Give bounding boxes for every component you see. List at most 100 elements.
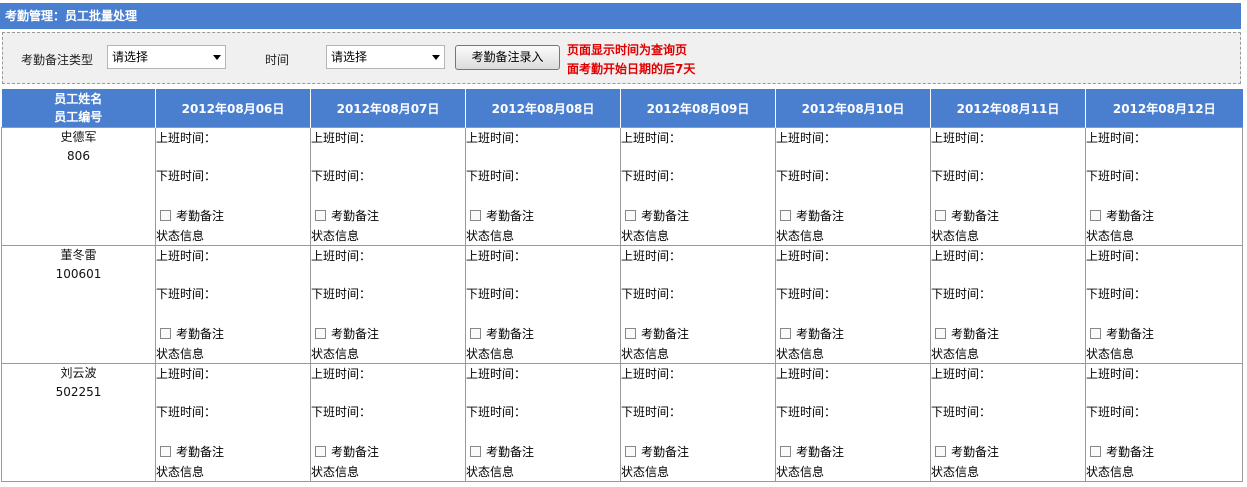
attendance-memo-checkbox[interactable]	[315, 210, 326, 221]
attendance-memo-checkbox[interactable]	[1090, 210, 1101, 221]
attendance-memo-option[interactable]: 考勤备注	[470, 325, 534, 342]
attendance-memo-option[interactable]: 考勤备注	[160, 443, 224, 460]
employee-name-header: 员工姓名	[54, 92, 103, 106]
day-cell: 上班时间： 下班时间： 考勤备注 状态信息	[465, 127, 621, 246]
attendance-memo-option[interactable]: 考勤备注	[470, 207, 534, 224]
attendance-memo-submit-button[interactable]: 考勤备注录入	[455, 45, 560, 70]
attendance-memo-label: 考勤备注	[951, 327, 1000, 341]
on-duty-time-label: 上班时间：	[156, 249, 217, 263]
attendance-memo-option[interactable]: 考勤备注	[625, 207, 689, 224]
status-info-label: 状态信息	[621, 465, 670, 479]
attendance-memo-checkbox[interactable]	[935, 446, 946, 457]
attendance-memo-label: 考勤备注	[1106, 209, 1155, 223]
attendance-memo-checkbox[interactable]	[160, 446, 171, 457]
attendance-memo-checkbox[interactable]	[470, 210, 481, 221]
attendance-type-label: 考勤备注类型	[21, 53, 94, 67]
attendance-memo-checkbox[interactable]	[935, 210, 946, 221]
attendance-memo-checkbox[interactable]	[1090, 446, 1101, 457]
on-duty-time-label: 上班时间：	[156, 367, 217, 381]
time-label: 时间	[265, 53, 290, 67]
day-cell: 上班时间： 下班时间： 考勤备注状态信息	[310, 127, 466, 246]
day-cell: 上班时间： 下班时间： 考勤备注状态信息	[1085, 245, 1243, 364]
off-duty-time-label: 下班时间：	[156, 405, 217, 419]
off-duty-time-label: 下班时间：	[621, 169, 682, 183]
attendance-memo-option[interactable]: 考勤备注	[315, 207, 379, 224]
status-info-label: 状态信息	[466, 465, 515, 479]
on-duty-time-label: 上班时间：	[1086, 367, 1147, 381]
attendance-memo-option[interactable]: 考勤备注	[625, 443, 689, 460]
attendance-memo-option[interactable]: 考勤备注	[1090, 443, 1154, 460]
attendance-memo-checkbox[interactable]	[625, 328, 636, 339]
off-duty-time-label: 下班时间：	[311, 169, 372, 183]
status-info-label: 状态信息	[621, 229, 670, 243]
day-cell: 上班时间： 下班时间： 考勤备注 状态信息	[620, 127, 776, 246]
on-duty-time-label: 上班时间：	[466, 367, 527, 381]
status-info-label: 状态信息	[311, 229, 360, 243]
date-column-header: 2012年08月07日	[310, 89, 466, 128]
attendance-memo-checkbox[interactable]	[315, 328, 326, 339]
attendance-memo-checkbox[interactable]	[780, 210, 791, 221]
attendance-memo-option[interactable]: 考勤备注	[470, 443, 534, 460]
attendance-memo-checkbox[interactable]	[780, 328, 791, 339]
off-duty-time-label: 下班时间：	[156, 169, 217, 183]
chevron-down-icon	[432, 55, 440, 60]
attendance-memo-checkbox[interactable]	[315, 446, 326, 457]
attendance-memo-label: 考勤备注	[486, 445, 535, 459]
employee-column-header: 员工姓名 员工编号	[1, 89, 156, 128]
attendance-memo-label: 考勤备注	[641, 327, 690, 341]
on-duty-time-label: 上班时间：	[1086, 131, 1147, 145]
attendance-memo-option[interactable]: 考勤备注	[1090, 207, 1154, 224]
on-duty-time-label: 上班时间：	[311, 131, 372, 145]
time-select[interactable]: 请选择	[326, 45, 445, 69]
attendance-memo-label: 考勤备注	[1106, 327, 1155, 341]
attendance-memo-label: 考勤备注	[951, 445, 1000, 459]
table-header-row: 员工姓名 员工编号 2012年08月06日 2012年08月07日 2012年0…	[1, 89, 1243, 128]
on-duty-time-label: 上班时间：	[156, 131, 217, 145]
off-duty-time-label: 下班时间：	[776, 287, 837, 301]
attendance-memo-option[interactable]: 考勤备注	[935, 207, 999, 224]
employee-cell: 史德军 806	[1, 127, 156, 246]
attendance-memo-option[interactable]: 考勤备注	[780, 443, 844, 460]
attendance-type-select[interactable]: 请选择	[107, 45, 226, 69]
day-cell: 上班时间： 下班时间： 考勤备注 状态信息	[775, 363, 931, 482]
attendance-memo-checkbox[interactable]	[625, 446, 636, 457]
on-duty-time-label: 上班时间：	[466, 249, 527, 263]
off-duty-time-label: 下班时间：	[1086, 287, 1147, 301]
info-note-line1: 页面显示时间为查询页	[567, 43, 688, 57]
attendance-memo-option[interactable]: 考勤备注	[935, 325, 999, 342]
on-duty-time-label: 上班时间：	[776, 131, 837, 145]
attendance-memo-option[interactable]: 考勤备注	[1090, 325, 1154, 342]
status-info-label: 状态信息	[311, 465, 360, 479]
attendance-memo-checkbox[interactable]	[935, 328, 946, 339]
attendance-memo-option[interactable]: 考勤备注	[780, 207, 844, 224]
attendance-table: 员工姓名 员工编号 2012年08月06日 2012年08月07日 2012年0…	[1, 89, 1243, 482]
day-cell: 上班时间： 下班时间： 考勤备注 状态信息	[775, 127, 931, 246]
attendance-memo-option[interactable]: 考勤备注	[160, 207, 224, 224]
chevron-down-icon	[213, 55, 221, 60]
attendance-memo-checkbox[interactable]	[780, 446, 791, 457]
on-duty-time-label: 上班时间：	[1086, 249, 1147, 263]
on-duty-time-label: 上班时间：	[776, 249, 837, 263]
on-duty-time-label: 上班时间：	[311, 249, 372, 263]
date-column-header: 2012年08月09日	[620, 89, 776, 128]
attendance-memo-option[interactable]: 考勤备注	[625, 325, 689, 342]
attendance-memo-option[interactable]: 考勤备注	[160, 325, 224, 342]
filter-bar: 考勤备注类型 请选择 时间 请选择 考勤备注录入 页面显示时间为查询页 面考勤开…	[2, 32, 1241, 84]
attendance-memo-checkbox[interactable]	[625, 210, 636, 221]
attendance-memo-checkbox[interactable]	[160, 328, 171, 339]
attendance-memo-checkbox[interactable]	[470, 328, 481, 339]
employee-name: 史德军	[60, 130, 97, 144]
employee-name: 董冬雷	[60, 248, 97, 262]
attendance-memo-option[interactable]: 考勤备注	[315, 443, 379, 460]
attendance-memo-option[interactable]: 考勤备注	[935, 443, 999, 460]
status-info-label: 状态信息	[1086, 347, 1135, 361]
attendance-memo-checkbox[interactable]	[160, 210, 171, 221]
attendance-memo-checkbox[interactable]	[1090, 328, 1101, 339]
attendance-memo-label: 考勤备注	[796, 209, 845, 223]
off-duty-time-label: 下班时间：	[156, 287, 217, 301]
off-duty-time-label: 下班时间：	[311, 287, 372, 301]
employee-name: 刘云波	[60, 366, 97, 380]
attendance-memo-option[interactable]: 考勤备注	[315, 325, 379, 342]
attendance-memo-checkbox[interactable]	[470, 446, 481, 457]
attendance-memo-option[interactable]: 考勤备注	[780, 325, 844, 342]
